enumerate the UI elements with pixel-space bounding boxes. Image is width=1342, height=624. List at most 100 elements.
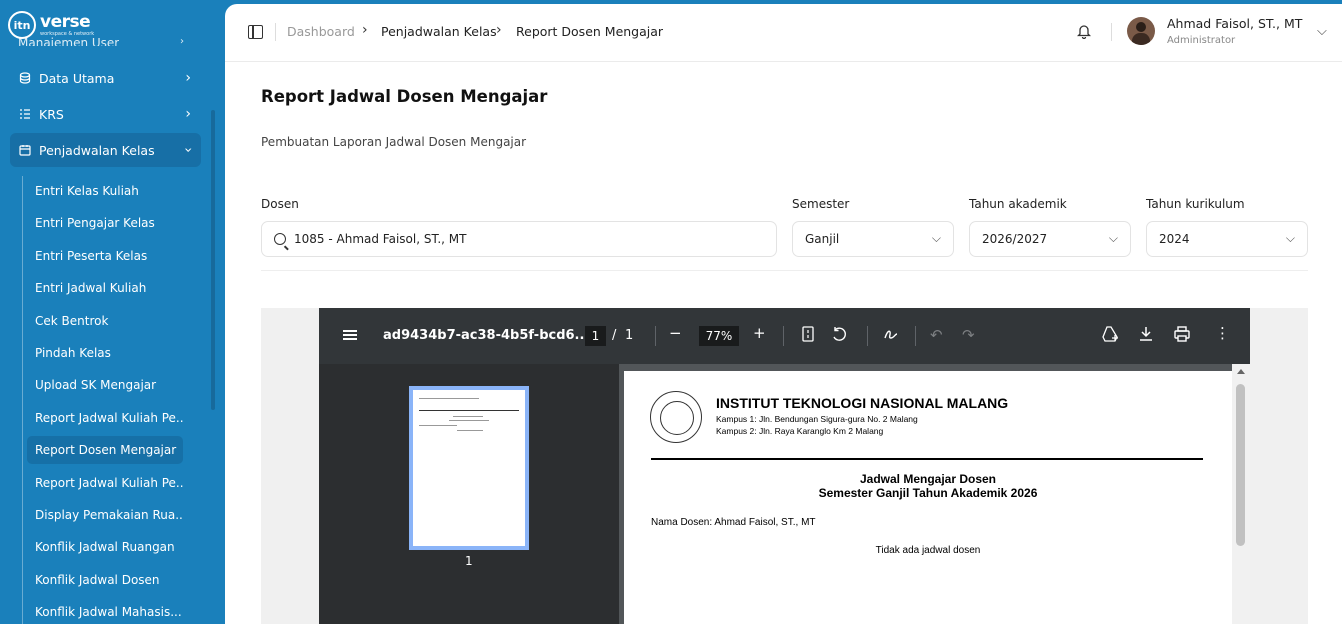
thumbnail-sidebar: 1 bbox=[319, 364, 619, 624]
chevron-down-icon: › bbox=[180, 147, 197, 153]
pdf-scrollbar[interactable] bbox=[1232, 364, 1250, 624]
sidebar-subitem[interactable]: Report Jadwal Kuliah Pe... bbox=[27, 404, 183, 432]
breadcrumb-current: Report Dosen Mengajar bbox=[516, 24, 664, 39]
sidebar-subitem[interactable]: Entri Pengajar Kelas bbox=[27, 209, 183, 237]
bell-icon[interactable] bbox=[1076, 23, 1092, 40]
sidebar-subitem[interactable]: Konflik Jadwal Ruangan bbox=[27, 533, 183, 561]
sidebar: itn verse workspace & network Manajemen … bbox=[0, 0, 225, 624]
menu-icon[interactable] bbox=[343, 330, 357, 340]
pdf-viewer: ad9434b7-ac38-4b5f-bcd6... 1 / 1 − 77% +… bbox=[319, 308, 1250, 624]
logo-name: verse bbox=[40, 11, 91, 32]
scroll-up-icon[interactable] bbox=[1237, 369, 1245, 374]
page-separator: / bbox=[612, 328, 617, 343]
doc-empty-message: Tidak ada jadwal dosen bbox=[875, 545, 981, 556]
sidebar-item-krs[interactable]: KRS › bbox=[10, 97, 201, 131]
pdf-toolbar: ad9434b7-ac38-4b5f-bcd6... 1 / 1 − 77% +… bbox=[319, 308, 1250, 364]
sidebar-subitem-active[interactable]: Report Dosen Mengajar bbox=[27, 436, 183, 464]
pdf-page: INSTITUT TEKNOLOGI NASIONAL MALANG Kampu… bbox=[624, 371, 1232, 624]
sidebar-item-penjadwalan-kelas[interactable]: Penjadwalan Kelas › bbox=[10, 133, 201, 167]
annotate-icon[interactable] bbox=[883, 326, 899, 346]
doc-institution: INSTITUT TEKNOLOGI NASIONAL MALANG bbox=[716, 395, 1009, 411]
page-total: 1 bbox=[625, 328, 634, 343]
tahun-kurikulum-label: Tahun kurikulum bbox=[1146, 197, 1245, 211]
dosen-value: 1085 - Ahmad Faisol, ST., MT bbox=[294, 232, 467, 246]
page-number-input[interactable]: 1 bbox=[585, 326, 606, 346]
sidebar-subitem[interactable]: Pindah Kelas bbox=[27, 339, 183, 367]
tahun-kurikulum-value: 2024 bbox=[1159, 232, 1190, 246]
doc-lecturer: Nama Dosen: Ahmad Faisol, ST., MT bbox=[651, 517, 816, 528]
sidebar-subitem[interactable]: Konflik Jadwal Dosen bbox=[27, 566, 183, 594]
divider bbox=[867, 326, 868, 346]
doc-campus2: Kampus 2: Jln. Raya Karanglo Km 2 Malang bbox=[716, 426, 884, 436]
chevron-down-icon[interactable]: ⌵ bbox=[1317, 24, 1327, 39]
fit-page-icon[interactable] bbox=[802, 326, 814, 346]
calendar-icon bbox=[19, 144, 31, 156]
tahun-akademik-select[interactable]: 2026/2027 ⌵ bbox=[969, 221, 1131, 257]
sidebar-subitem[interactable]: Upload SK Mengajar bbox=[27, 371, 183, 399]
search-icon bbox=[274, 233, 286, 245]
submenu-rail bbox=[22, 176, 23, 624]
rotate-icon[interactable] bbox=[831, 326, 847, 346]
zoom-in-icon[interactable]: + bbox=[753, 324, 766, 342]
sidebar-subitem[interactable]: Entri Peserta Kelas bbox=[27, 242, 183, 270]
chevron-right-icon: › bbox=[362, 22, 368, 38]
sidebar-item-label: Penjadwalan Kelas bbox=[39, 142, 155, 158]
divider bbox=[915, 326, 916, 346]
semester-label: Semester bbox=[792, 197, 850, 211]
print-icon[interactable] bbox=[1174, 326, 1190, 346]
more-options-icon[interactable]: ⋮ bbox=[1215, 324, 1230, 342]
breadcrumb-home[interactable]: Dashboard bbox=[287, 24, 355, 39]
page-title: Report Jadwal Dosen Mengajar bbox=[261, 87, 548, 106]
save-to-drive-icon[interactable] bbox=[1101, 326, 1119, 346]
sidebar-subitem[interactable]: Entri Kelas Kuliah bbox=[27, 177, 183, 205]
top-bar: Dashboard › Penjadwalan Kelas › Report D… bbox=[225, 4, 1342, 62]
sidebar-subitem[interactable]: Cek Bentrok bbox=[27, 307, 183, 335]
semester-select[interactable]: Ganjil ⌵ bbox=[792, 221, 954, 257]
pdf-filename: ad9434b7-ac38-4b5f-bcd6... bbox=[383, 328, 590, 343]
page-thumbnail[interactable] bbox=[409, 386, 529, 550]
doc-subtitle: Semester Ganjil Tahun Akademik 2026 bbox=[818, 486, 1038, 500]
divider bbox=[275, 23, 276, 41]
chevron-right-icon: › bbox=[185, 70, 191, 86]
redo-icon[interactable]: ↷ bbox=[962, 326, 975, 344]
sidebar-item-label: KRS bbox=[39, 106, 64, 122]
sidebar-scrollbar[interactable] bbox=[211, 110, 215, 410]
user-role: Administrator bbox=[1167, 35, 1236, 46]
divider bbox=[783, 326, 784, 346]
zoom-input[interactable]: 77% bbox=[699, 326, 739, 346]
zoom-out-icon[interactable]: − bbox=[669, 324, 682, 342]
avatar[interactable] bbox=[1127, 17, 1155, 45]
semester-value: Ganjil bbox=[805, 232, 840, 246]
sidebar-item-data-utama[interactable]: Data Utama › bbox=[10, 61, 201, 95]
scrollbar-thumb[interactable] bbox=[1236, 384, 1245, 546]
undo-icon[interactable]: ↶ bbox=[930, 326, 943, 344]
tahun-kurikulum-select[interactable]: 2024 ⌵ bbox=[1146, 221, 1308, 257]
dosen-search-input[interactable]: 1085 - Ahmad Faisol, ST., MT bbox=[261, 221, 777, 257]
user-name[interactable]: Ahmad Faisol, ST., MT bbox=[1167, 16, 1302, 31]
sidebar-item-label: Data Utama bbox=[39, 70, 115, 86]
doc-rule bbox=[651, 458, 1203, 460]
database-icon bbox=[19, 72, 31, 84]
page-subtitle: Pembuatan Laporan Jadwal Dosen Mengajar bbox=[261, 135, 527, 149]
sidebar-item-clipped[interactable]: Manajemen User bbox=[18, 36, 119, 46]
divider bbox=[655, 326, 656, 346]
sidebar-subitem[interactable]: Entri Jadwal Kuliah bbox=[27, 274, 183, 302]
institution-seal-icon bbox=[650, 391, 702, 443]
sidebar-subitem[interactable]: Report Jadwal Kuliah Pe... bbox=[27, 469, 183, 497]
divider bbox=[261, 270, 1308, 271]
chevron-down-icon: ⌵ bbox=[1285, 231, 1295, 245]
chevron-down-icon: ⌵ bbox=[1108, 231, 1118, 245]
chevron-right-icon: › bbox=[185, 106, 191, 122]
divider bbox=[1111, 23, 1112, 41]
chevron-right-icon: › bbox=[496, 22, 502, 38]
tahun-akademik-label: Tahun akademik bbox=[969, 197, 1067, 211]
breadcrumb-section[interactable]: Penjadwalan Kelas bbox=[381, 24, 497, 39]
sidebar-toggle-icon[interactable] bbox=[248, 25, 263, 39]
main-content: Dashboard › Penjadwalan Kelas › Report D… bbox=[225, 4, 1342, 624]
chevron-right-icon: › bbox=[180, 36, 184, 46]
sidebar-subitem[interactable]: Konflik Jadwal Mahasis... bbox=[27, 598, 183, 624]
chevron-down-icon: ⌵ bbox=[931, 231, 941, 245]
sidebar-subitem[interactable]: Display Pemakaian Rua... bbox=[27, 501, 183, 529]
logo-mark: itn bbox=[8, 11, 36, 39]
download-icon[interactable] bbox=[1139, 326, 1153, 346]
